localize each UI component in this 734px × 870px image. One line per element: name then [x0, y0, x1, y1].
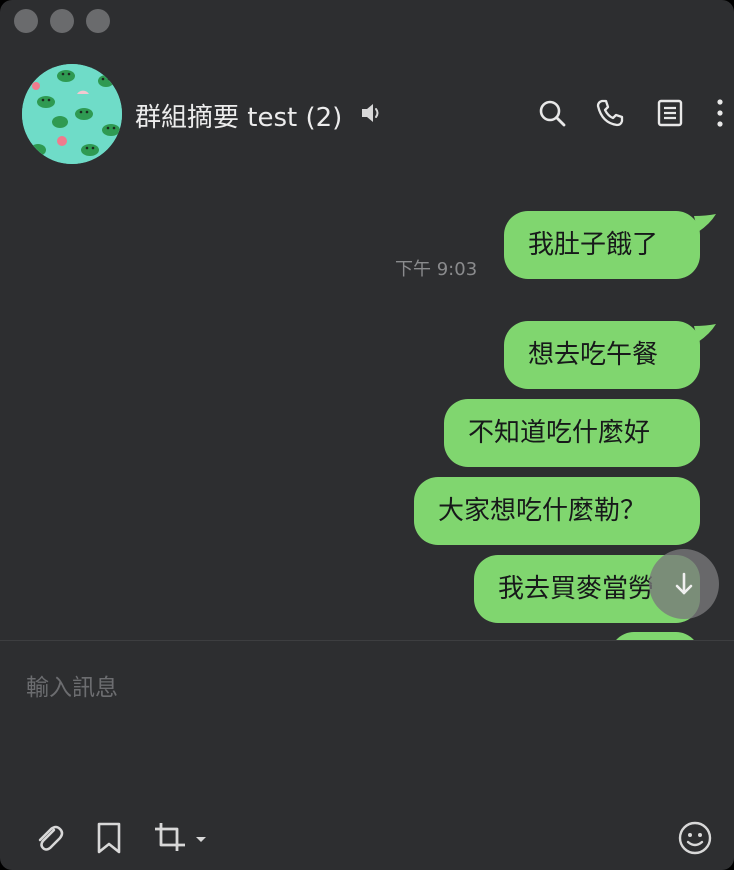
message-bubble[interactable]: 不知道吃什麼好 [444, 399, 700, 467]
arrow-down-icon [675, 572, 693, 595]
message-bubble[interactable]: 我肚子餓了 [504, 211, 700, 279]
zoom-window-button[interactable] [86, 9, 110, 33]
close-window-button[interactable] [14, 9, 38, 33]
crop-icon[interactable] [153, 821, 187, 855]
message-list[interactable]: 下午 9:03 我肚子餓了 想去吃午餐 不知道吃什麼好 大家想吃什麼勒？ 我去買… [0, 173, 734, 640]
window-controls [14, 9, 110, 33]
chevron-down-icon[interactable] [195, 836, 207, 844]
more-icon[interactable] [705, 98, 734, 128]
bubble-tail [694, 324, 716, 342]
message-bubble-partial [610, 632, 700, 640]
message-bubble[interactable]: 想去吃午餐 [504, 321, 700, 389]
group-avatar[interactable] [22, 64, 122, 164]
phone-icon[interactable] [595, 98, 625, 128]
chat-window: 群組摘要 test (2) 下午 9:03 我肚子餓了 想去吃午餐 不知道吃什麼… [0, 0, 734, 870]
message-timestamp: 下午 9:03 [395, 259, 478, 280]
speaker-icon[interactable] [359, 100, 385, 126]
bookmark-icon[interactable] [93, 821, 127, 855]
frog-pattern-icon [22, 64, 122, 164]
message-composer[interactable]: 輸入訊息 [0, 641, 734, 870]
notes-icon[interactable] [655, 98, 685, 128]
attach-icon[interactable] [32, 821, 66, 855]
scroll-to-bottom-button[interactable] [649, 549, 719, 619]
message-input[interactable]: 輸入訊息 [26, 668, 118, 702]
search-icon[interactable] [537, 98, 567, 128]
emoji-icon[interactable] [678, 821, 712, 855]
minimize-window-button[interactable] [50, 9, 74, 33]
bubble-tail [694, 214, 716, 232]
chat-header: 群組摘要 test (2) [0, 55, 734, 173]
message-bubble[interactable]: 大家想吃什麼勒？ [414, 477, 700, 545]
chat-title: 群組摘要 test (2) [135, 103, 343, 133]
